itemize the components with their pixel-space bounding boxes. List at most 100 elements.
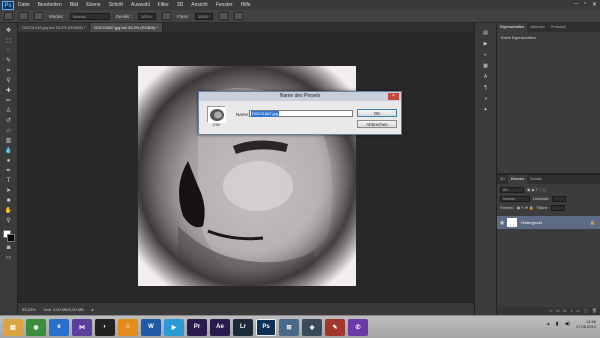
eraser-tool-icon[interactable]: ▱ (3, 127, 14, 135)
taskbar-lightroom-icon[interactable]: Lr (233, 318, 253, 336)
tray-arrow-icon[interactable]: ▴ (547, 321, 550, 327)
taskbar-visual-studio-icon[interactable]: ⋈ (72, 318, 92, 336)
lock-icons[interactable]: ▦ ✎ ✥ 🔒 (517, 206, 534, 210)
styles-panel-icon[interactable]: ✦ (481, 106, 491, 114)
menu-item-3d[interactable]: 3D (177, 0, 183, 10)
airbrush-icon[interactable] (219, 12, 229, 20)
taskbar-viber-icon[interactable]: ✆ (348, 318, 368, 336)
background-color-swatch[interactable] (6, 234, 15, 242)
cancel-button[interactable]: Abbrechen (357, 120, 397, 128)
color-panel-icon[interactable]: ◐ (481, 51, 491, 59)
minimize-icon[interactable]: – (574, 1, 577, 8)
new-layer-icon[interactable]: ▢ (584, 307, 588, 315)
pen-tool-icon[interactable]: ✒ (3, 167, 14, 175)
crop-tool-icon[interactable]: ⌗ (3, 67, 14, 75)
add-mask-icon[interactable]: ◘ (564, 307, 566, 315)
filter-icons[interactable]: ▣ ◉ T ⬚ ▢ (527, 188, 546, 192)
clone-stamp-tool-icon[interactable]: ♙ (3, 107, 14, 115)
menu-item-bild[interactable]: Bild (70, 0, 78, 10)
visibility-eye-icon[interactable]: ◉ (497, 220, 507, 226)
tab-protokoll[interactable]: Protokoll (548, 23, 569, 32)
opacity-field[interactable] (552, 196, 567, 202)
menu-item-schrift[interactable]: Schrift (109, 0, 123, 10)
link-layers-icon[interactable]: ∞ (550, 307, 553, 315)
taskbar-premiere-icon[interactable]: Pr (187, 318, 207, 336)
tab-3d[interactable]: 3D (497, 175, 508, 184)
pressure-opacity-icon[interactable] (162, 12, 172, 20)
brush-tool-icon[interactable]: ✏ (3, 97, 14, 105)
menu-item-ansicht[interactable]: Ansicht (191, 0, 207, 10)
marquee-tool-icon[interactable]: ⬚ (3, 37, 14, 45)
menu-item-hilfe[interactable]: Hilfe (241, 0, 251, 10)
layer-kind-select[interactable]: Art (500, 187, 524, 193)
taskbar-word-icon[interactable]: W (141, 318, 161, 336)
fluss-field[interactable]: 100% (195, 12, 214, 20)
clock[interactable]: 11:56 27.08.2013 (576, 319, 596, 329)
move-tool-icon[interactable]: ✥ (3, 27, 14, 35)
gradient-tool-icon[interactable]: ▥ (3, 137, 14, 145)
new-group-icon[interactable]: ▭ (576, 307, 580, 315)
taskbar-network-icon[interactable]: ⊞ (279, 318, 299, 336)
tab-ebenen[interactable]: Ebenen (507, 175, 527, 184)
taskbar-after-effects-icon[interactable]: Ae (210, 318, 230, 336)
dodge-tool-icon[interactable]: ● (3, 157, 14, 165)
taskbar-chrome-icon[interactable]: ◉ (26, 318, 46, 336)
status-arrow-icon[interactable]: ▸ (92, 307, 94, 312)
brush-name-input[interactable]: DSC01867.jpg (249, 110, 353, 117)
hand-tool-icon[interactable]: ✋ (3, 207, 14, 215)
screen-mode-icon[interactable]: ▭ (3, 254, 14, 262)
tab-dsc01418[interactable]: DSC01418.jpg bei 33,3% (RGB/8) * (18, 23, 91, 32)
actions-panel-icon[interactable]: ▶ (481, 40, 491, 48)
delete-layer-icon[interactable]: 🗑 (592, 307, 597, 315)
quick-mask-icon[interactable]: ◙ (3, 244, 14, 252)
quick-selection-tool-icon[interactable]: ✎ (3, 57, 14, 65)
menu-item-filter[interactable]: Filter (158, 0, 169, 10)
taskbar-media-center-icon[interactable]: ◐ (95, 318, 115, 336)
tab-eigenschaften[interactable]: Eigenschaften (497, 23, 528, 32)
menu-item-auswahl[interactable]: Auswahl (131, 0, 150, 10)
tab-kanaele[interactable]: Kanäle (527, 175, 545, 184)
path-selection-tool-icon[interactable]: ➤ (3, 187, 14, 195)
type-tool-icon[interactable]: T (3, 177, 14, 185)
pressure-size-icon[interactable] (234, 12, 244, 20)
tool-preset-button[interactable] (4, 12, 13, 20)
healing-brush-tool-icon[interactable]: ✚ (3, 87, 14, 95)
menu-item-fenster[interactable]: Fenster (216, 0, 233, 10)
lasso-tool-icon[interactable]: ◌ (3, 47, 14, 55)
menu-item-bearbeiten[interactable]: Bearbeiten (38, 0, 62, 10)
modus-select[interactable]: Normal (69, 12, 110, 20)
taskbar-chat-app-icon[interactable]: ☺ (118, 318, 138, 336)
brush-panel-icon[interactable] (34, 12, 43, 20)
network-icon[interactable]: ▮ (556, 321, 559, 327)
taskbar-paint-icon[interactable]: ✎ (325, 318, 345, 336)
tab-aktionen[interactable]: Aktionen (527, 23, 548, 32)
blur-tool-icon[interactable]: 💧 (3, 147, 14, 155)
layer-row-hintergrund[interactable]: ◉ Hintergrund 🔒 (497, 216, 600, 229)
color-swatches[interactable] (2, 230, 15, 242)
ok-button[interactable]: OK (357, 109, 397, 117)
dialog-titlebar[interactable]: Name des Pinsels × (199, 92, 401, 101)
blend-mode-select[interactable]: Normal (500, 196, 530, 202)
zoom-tool-icon[interactable]: ⚲ (3, 217, 14, 225)
character-panel-icon[interactable]: A (481, 73, 491, 81)
menu-item-datei[interactable]: Datei (18, 0, 30, 10)
maximize-icon[interactable]: ▫ (584, 1, 586, 8)
zoom-level[interactable]: 33,33% (22, 307, 36, 312)
history-panel-icon[interactable]: ▤ (481, 29, 491, 37)
swatches-panel-icon[interactable]: ▦ (481, 62, 491, 70)
taskbar-game-icon[interactable]: ◆ (302, 318, 322, 336)
fx-icon[interactable]: fx (556, 307, 559, 315)
eyedropper-tool-icon[interactable]: ⚲ (3, 77, 14, 85)
adjustments-panel-icon[interactable]: ◑ (481, 95, 491, 103)
taskbar-media-player-icon[interactable]: ▶ (164, 318, 184, 336)
tab-dsc01867[interactable]: DSC01867.jpg bei 33,3% (RGB/8) * (90, 23, 163, 32)
menu-item-ebene[interactable]: Ebene (86, 0, 100, 10)
taskbar-internet-explorer-icon[interactable]: e (49, 318, 69, 336)
paragraph-panel-icon[interactable]: ¶ (481, 84, 491, 92)
history-brush-tool-icon[interactable]: ↺ (3, 117, 14, 125)
fill-field[interactable] (551, 205, 566, 211)
volume-icon[interactable]: ◀) (564, 321, 570, 327)
shape-tool-icon[interactable]: ■ (3, 197, 14, 205)
deckkraft-field[interactable]: 100% (138, 12, 157, 20)
dialog-close-button[interactable]: × (388, 93, 399, 100)
